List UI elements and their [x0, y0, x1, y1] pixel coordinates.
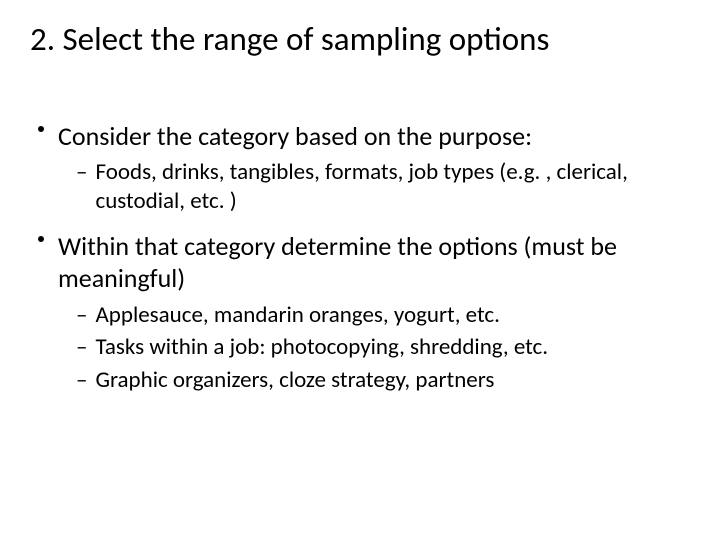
- sub-list: – Foods, drinks, tangibles, formats, job…: [38, 158, 690, 216]
- list-item: – Tasks within a job: photocopying, shre…: [76, 333, 690, 362]
- sub-text: Foods, drinks, tangibles, formats, job t…: [95, 158, 690, 216]
- bullet-dot-icon: [38, 126, 44, 153]
- sub-text: Applesauce, mandarin oranges, yogurt, et…: [95, 301, 690, 330]
- dash-icon: –: [76, 333, 87, 362]
- bullet-text: Consider the category based on the purpo…: [58, 120, 690, 153]
- bullet-text: Within that category determine the optio…: [58, 230, 690, 295]
- bullet-list: Consider the category based on the purpo…: [30, 120, 690, 395]
- sub-text: Graphic organizers, cloze strategy, part…: [95, 366, 690, 395]
- list-item: – Foods, drinks, tangibles, formats, job…: [76, 158, 690, 216]
- bullet-dot-icon: [38, 236, 44, 295]
- dash-icon: –: [76, 366, 87, 395]
- sub-text: Tasks within a job: photocopying, shredd…: [95, 333, 690, 362]
- dash-icon: –: [76, 301, 87, 330]
- list-item: – Applesauce, mandarin oranges, yogurt, …: [76, 301, 690, 330]
- sub-list: – Applesauce, mandarin oranges, yogurt, …: [38, 301, 690, 395]
- list-item: Within that category determine the optio…: [38, 230, 690, 295]
- list-item: – Graphic organizers, cloze strategy, pa…: [76, 366, 690, 395]
- slide-title: 2. Select the range of sampling options: [30, 20, 690, 60]
- dash-icon: –: [76, 158, 87, 216]
- list-item: Consider the category based on the purpo…: [38, 120, 690, 153]
